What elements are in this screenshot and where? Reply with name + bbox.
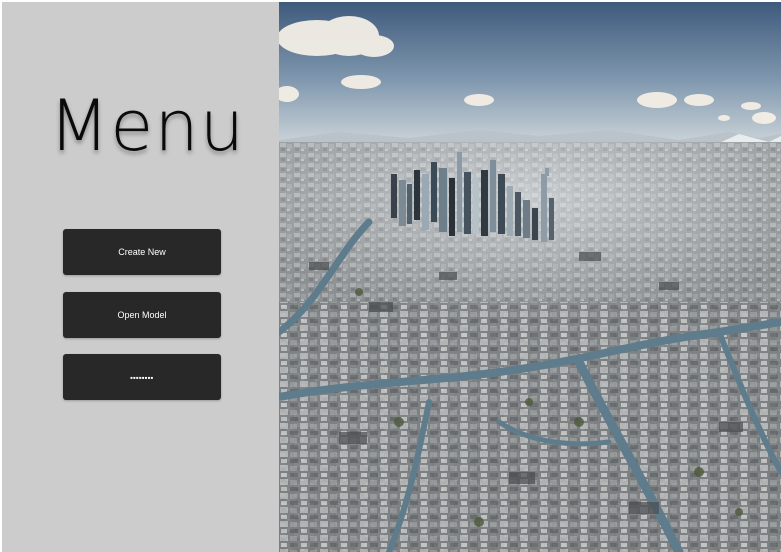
hero-image xyxy=(279,2,781,552)
aerial-city-skyline-icon xyxy=(279,2,781,552)
create-new-button[interactable]: Create New xyxy=(63,229,221,275)
open-model-label: Open Model xyxy=(117,310,167,320)
third-menu-button[interactable]: ■■■■■■■■ xyxy=(63,354,221,400)
page-title: Menu xyxy=(48,85,246,167)
app-window: Menu Create New Open Model ■■■■■■■■ xyxy=(0,0,781,552)
open-model-button[interactable]: Open Model xyxy=(63,292,221,338)
create-new-label: Create New xyxy=(118,247,166,257)
menu-panel: Menu Create New Open Model ■■■■■■■■ xyxy=(2,2,279,552)
third-menu-label: ■■■■■■■■ xyxy=(130,374,154,380)
